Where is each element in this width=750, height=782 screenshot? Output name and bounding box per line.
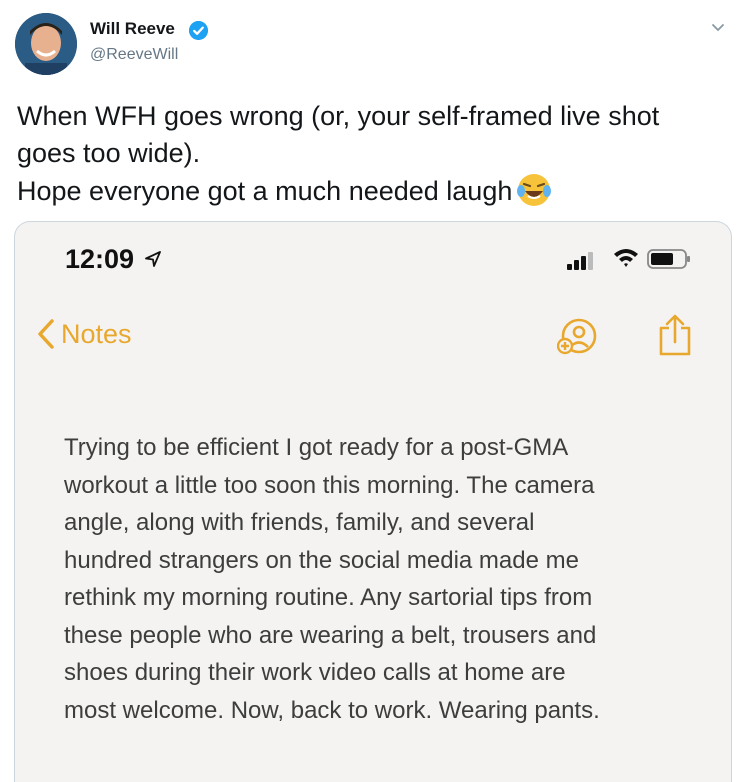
note-line: Trying to be efficient I got ready for a… [64,434,569,461]
note-body: Trying to be efficient I got ready for a… [64,429,704,729]
note-line: workout a little too soon this morning. … [64,471,595,499]
note-line: most welcome. Now, back to work. Wearing… [64,696,600,724]
cellular-signal-icon [567,252,593,270]
avatar[interactable] [15,13,77,75]
share-icon[interactable] [657,314,693,356]
location-arrow-icon [145,251,161,267]
notes-back-button[interactable]: Notes [37,318,132,350]
note-line: shoes during their work video calls at h… [64,659,566,686]
add-people-icon[interactable] [557,316,597,356]
note-line: hundred strangers on the social media ma… [64,546,579,574]
laughing-tears-emoji-icon [517,174,552,206]
tweet-line: goes too wide). [17,138,201,168]
tweet-line: Hope everyone got a much needed laugh [17,172,732,210]
notes-back-label: Notes [61,318,132,349]
battery-icon [647,249,690,269]
note-line: these people who are wearing a belt, tro… [64,621,597,649]
chevron-left-icon [38,319,54,349]
avatar-photo [15,13,77,75]
chevron-down-icon[interactable] [708,18,728,38]
note-line: angle, along with friends, family, and s… [64,509,535,536]
status-time: 12:09 [65,244,135,274]
verified-badge-icon [189,21,208,40]
author-handle[interactable]: @ReeveWill [90,46,178,64]
tweet-text: When WFH goes wrong (or, your self-frame… [17,98,732,210]
author-name[interactable]: Will Reeve [90,19,175,39]
tweet-media-image[interactable]: 12:09 Notes Trying to be efficient I got… [14,221,732,782]
tweet-line: When WFH goes wrong (or, your self-frame… [17,101,660,131]
wifi-icon [614,249,638,267]
note-line: rethink my morning routine. Any sartoria… [64,584,593,611]
